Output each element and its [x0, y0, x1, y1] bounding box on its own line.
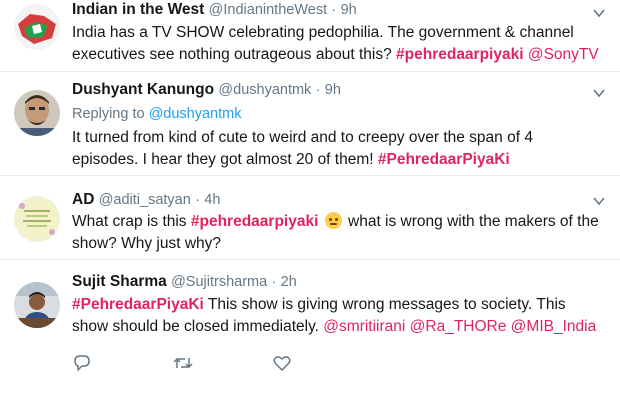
avatar[interactable] — [14, 4, 60, 50]
retweet-icon — [173, 357, 193, 369]
mention-link[interactable]: @smritiirani — [323, 318, 405, 335]
tweet-actions — [72, 352, 372, 374]
tweet-header: Indian in the West @IndianintheWest · 9h — [72, 0, 357, 20]
tweet-text: It turned from kind of cute to weird and… — [72, 127, 602, 171]
tweet[interactable]: Indian in the West @IndianintheWest · 9h… — [0, 0, 620, 72]
user-handle[interactable]: @Sujitrsharma — [171, 274, 267, 290]
emoji-icon — [324, 212, 342, 229]
tweet-header: AD @aditi_satyan · 4h — [72, 190, 220, 210]
tweet[interactable]: Dushyant Kanungo @dushyantmk · 9h Replyi… — [0, 72, 620, 176]
hashtag-link[interactable]: #PehredaarPiyaKi — [378, 151, 510, 168]
display-name[interactable]: Dushyant Kanungo — [72, 81, 214, 98]
avatar[interactable] — [14, 282, 60, 328]
tweet[interactable]: Sujit Sharma @Sujitrsharma · 2h #Pehreda… — [0, 260, 620, 400]
tweet[interactable]: AD @aditi_satyan · 4h What crap is this … — [0, 176, 620, 260]
replying-to: Replying to @dushyantmk — [72, 106, 241, 122]
avatar[interactable] — [14, 196, 60, 242]
user-handle[interactable]: @aditi_satyan — [99, 192, 191, 208]
hashtag-link[interactable]: #PehredaarPiyaKi — [72, 296, 204, 313]
avatar[interactable] — [14, 90, 60, 136]
separator: · — [315, 82, 321, 98]
chevron-down-icon[interactable] — [592, 86, 606, 100]
replying-to-mention[interactable]: @dushyantmk — [149, 106, 242, 122]
display-name[interactable]: Sujit Sharma — [72, 273, 167, 290]
timestamp[interactable]: 9h — [341, 2, 357, 18]
user-handle[interactable]: @IndianintheWest — [209, 2, 327, 18]
text-segment — [318, 213, 322, 230]
reply-icon — [74, 355, 90, 371]
tweet-text: #PehredaarPiyaKi This show is giving wro… — [72, 294, 602, 338]
display-name[interactable]: Indian in the West — [72, 1, 204, 18]
like-icon — [273, 356, 291, 371]
replying-to-label: Replying to — [72, 106, 149, 122]
tweet-header: Dushyant Kanungo @dushyantmk · 9h — [72, 80, 341, 100]
chevron-down-icon[interactable] — [592, 6, 606, 20]
reply-button[interactable] — [72, 352, 172, 374]
separator: · — [331, 2, 337, 18]
hashtag-link[interactable]: #pehredaarpiyaki — [396, 46, 524, 63]
retweet-button[interactable] — [172, 352, 272, 374]
mention-link[interactable]: @SonyTV — [528, 46, 599, 63]
separator: · — [271, 274, 277, 290]
mention-link[interactable]: @Ra_THORe — [410, 318, 507, 335]
timestamp[interactable]: 4h — [204, 192, 220, 208]
display-name[interactable]: AD — [72, 191, 94, 208]
hashtag-link[interactable]: #pehredaarpiyaki — [191, 213, 319, 230]
user-handle[interactable]: @dushyantmk — [218, 82, 311, 98]
chevron-down-icon[interactable] — [592, 194, 606, 208]
like-button[interactable] — [272, 352, 372, 374]
text-segment: What crap is this — [72, 213, 191, 230]
separator: · — [195, 192, 200, 208]
timestamp[interactable]: 2h — [281, 274, 297, 290]
mention-link[interactable]: @MIB_India — [511, 318, 597, 335]
timestamp[interactable]: 9h — [325, 82, 341, 98]
tweet-text: India has a TV SHOW celebrating pedophil… — [72, 22, 602, 66]
tweet-header: Sujit Sharma @Sujitrsharma · 2h — [72, 272, 297, 292]
tweet-text: What crap is this #pehredaarpiyaki what … — [72, 211, 602, 255]
